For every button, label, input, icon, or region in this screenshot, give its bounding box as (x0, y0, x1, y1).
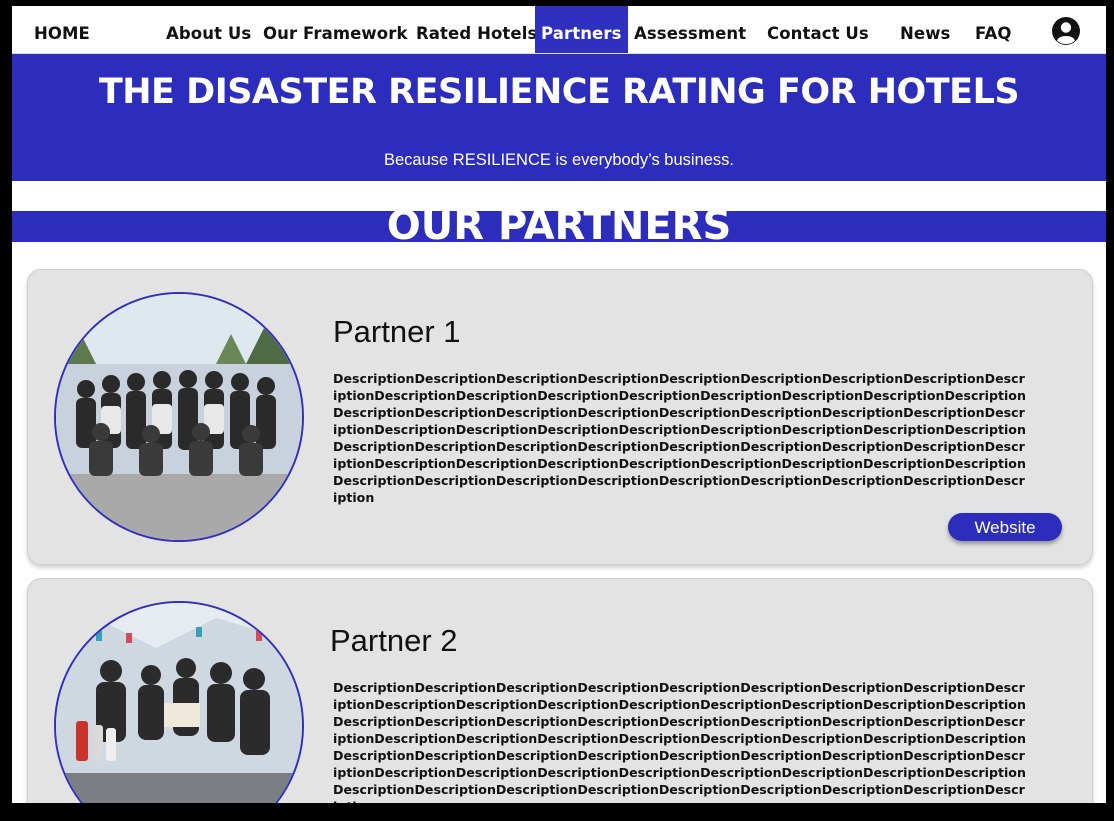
partner-photo (54, 601, 304, 803)
nav-assessment[interactable]: Assessment (634, 6, 746, 53)
nav-our-framework[interactable]: Our Framework (263, 6, 408, 53)
hero-subtitle: Because RESILIENCE is everybody’s busine… (383, 151, 735, 169)
hero-banner: THE DISASTER RESILIENCE RATING FOR HOTEL… (12, 54, 1106, 181)
hero-title: THE DISASTER RESILIENCE RATING FOR HOTEL… (98, 72, 1020, 112)
partner-name: Partner 1 (333, 314, 461, 349)
nav-faq[interactable]: FAQ (975, 6, 1011, 53)
partner-photo (54, 292, 304, 542)
top-navigation: HOME About Us Our Framework Rated Hotels… (12, 6, 1106, 54)
partner-description: DescriptionDescriptionDescriptionDescrip… (333, 680, 1026, 803)
partner-card: Partner 2 DescriptionDescriptionDescript… (27, 578, 1093, 803)
group-photo-image (56, 603, 302, 803)
section-banner: OUR PARTNERS (12, 211, 1106, 242)
partner-description: DescriptionDescriptionDescriptionDescrip… (333, 371, 1026, 505)
user-account-icon[interactable] (1051, 16, 1081, 46)
nav-rated-hotels[interactable]: Rated Hotels (416, 6, 537, 53)
section-title: OUR PARTNERS (386, 211, 732, 242)
nav-partners[interactable]: Partners (535, 6, 628, 53)
group-photo-image (56, 294, 302, 540)
nav-news[interactable]: News (900, 6, 950, 53)
partner-name: Partner 2 (330, 623, 458, 658)
nav-about-us[interactable]: About Us (166, 6, 251, 53)
website-button[interactable]: Website (948, 513, 1062, 541)
nav-contact-us[interactable]: Contact Us (767, 6, 869, 53)
page-frame: HOME About Us Our Framework Rated Hotels… (12, 6, 1106, 803)
nav-home[interactable]: HOME (34, 6, 90, 53)
partner-card: Partner 1 DescriptionDescriptionDescript… (27, 269, 1093, 565)
